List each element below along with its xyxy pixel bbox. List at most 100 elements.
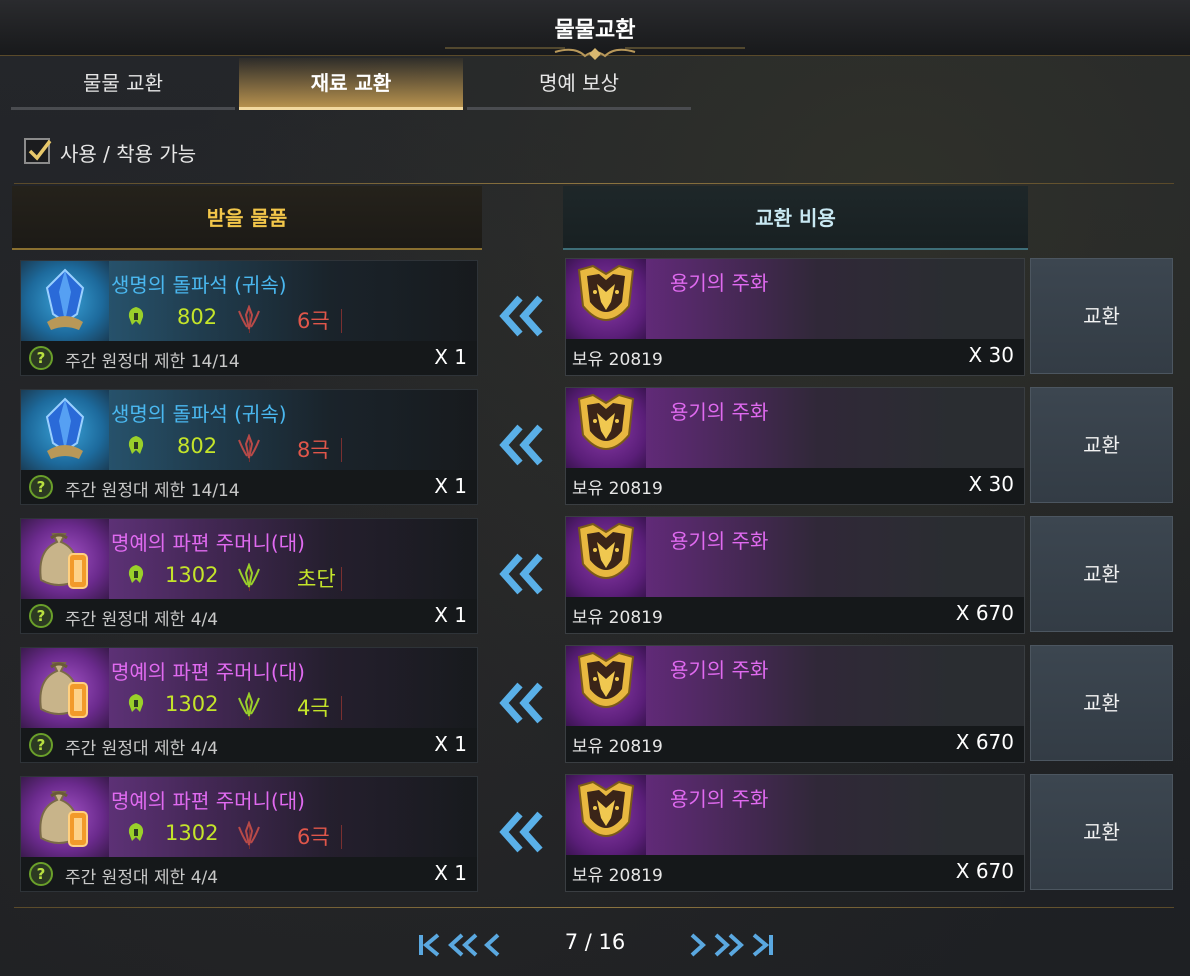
receive-item-name: 생명의 돌파석 (귀속): [111, 402, 287, 426]
exchange-row: 생명의 돌파석 (귀속) 802 6극 ? 주간 원정대 제한 14/14 X …: [0, 258, 1190, 376]
item-level: 1302: [165, 821, 219, 845]
cost-item-card[interactable]: 용기의 주화 보유 20819 X 670: [565, 774, 1026, 892]
tab-material-exchange[interactable]: 재료 교환: [239, 58, 463, 110]
cost-header: 교환 비용: [563, 186, 1028, 250]
grade-icon: [238, 563, 260, 588]
exchange-button[interactable]: 교환: [1030, 387, 1173, 503]
receive-item-card[interactable]: 명예의 파편 주머니(대) 1302 초단 ? 주간 원정대 제한 4/4 X …: [20, 518, 478, 634]
cost-item-card[interactable]: 용기의 주화 보유 20819 X 670: [565, 645, 1026, 763]
exchange-arrow-icon: [499, 295, 543, 337]
help-icon[interactable]: ?: [29, 733, 53, 757]
exchange-button[interactable]: 교환: [1030, 258, 1173, 374]
owned-amount: 보유 20819: [572, 350, 663, 370]
prev-page-icon[interactable]: [482, 932, 502, 958]
receive-item-footer: ? 주간 원정대 제한 4/4 X 1: [21, 599, 477, 633]
help-icon[interactable]: ?: [29, 475, 53, 499]
receive-item-card[interactable]: 명예의 파편 주머니(대) 1302 4극 ? 주간 원정대 제한 4/4 X …: [20, 647, 478, 763]
next-ten-icon[interactable]: [712, 932, 746, 958]
pouch-icon: [39, 533, 88, 589]
courage-coin-icon: [577, 393, 635, 450]
tab-barter[interactable]: 물물 교환: [11, 58, 235, 110]
receive-item-footer: ? 주간 원정대 제한 4/4 X 1: [21, 728, 477, 762]
courage-coin-icon: [577, 522, 635, 579]
stat-separator: [341, 567, 342, 591]
page-indicator: 7 / 16: [564, 930, 626, 954]
item-level-icon: [128, 565, 144, 583]
receive-item-name: 명예의 파편 주머니(대): [111, 531, 305, 555]
item-icon-frame: [21, 261, 109, 341]
receive-item-name: 명예의 파편 주머니(대): [111, 660, 305, 684]
exchange-button[interactable]: 교환: [1030, 774, 1173, 890]
cost-item-card[interactable]: 용기의 주화 보유 20819 X 30: [565, 387, 1026, 505]
receive-item-footer: ? 주간 원정대 제한 14/14 X 1: [21, 470, 477, 504]
cost-item-name: 용기의 주화: [670, 658, 769, 682]
next-page-icon[interactable]: [688, 932, 708, 958]
gem-icon: [45, 268, 85, 330]
cost-quantity: X 670: [955, 730, 1014, 754]
weekly-limit: 주간 원정대 제한 4/4: [65, 610, 219, 630]
owned-amount: 보유 20819: [572, 479, 663, 499]
exchange-row: 명예의 파편 주머니(대) 1302 4극 ? 주간 원정대 제한 4/4 X …: [0, 645, 1190, 763]
item-grade: 4극: [297, 696, 330, 720]
courage-coin-icon: [577, 651, 635, 708]
receive-item-name: 명예의 파편 주머니(대): [111, 789, 305, 813]
cost-quantity: X 30: [968, 343, 1014, 367]
receive-item-footer: ? 주간 원정대 제한 14/14 X 1: [21, 341, 477, 375]
help-icon[interactable]: ?: [29, 604, 53, 628]
stat-separator: [341, 696, 342, 720]
item-grade: 6극: [297, 825, 330, 849]
exchange-arrow-icon: [499, 553, 543, 595]
cost-item-name: 용기의 주화: [670, 271, 769, 295]
receive-item-card[interactable]: 생명의 돌파석 (귀속) 802 6극 ? 주간 원정대 제한 14/14 X …: [20, 260, 478, 376]
cost-item-card[interactable]: 용기의 주화 보유 20819 X 30: [565, 258, 1026, 376]
divider: [14, 183, 1174, 184]
cost-icon-frame: [566, 646, 646, 726]
grade-icon: [238, 692, 260, 717]
grade-icon: [238, 821, 260, 846]
item-level-icon: [128, 307, 144, 325]
window-title: 물물교환: [554, 18, 636, 43]
item-grade: 6극: [297, 309, 330, 333]
item-icon-frame: [21, 519, 109, 599]
receive-item-name: 생명의 돌파석 (귀속): [111, 273, 287, 297]
last-page-icon[interactable]: [750, 932, 776, 958]
cost-item-card[interactable]: 용기의 주화 보유 20819 X 670: [565, 516, 1026, 634]
cost-item-footer: 보유 20819 X 30: [566, 339, 1024, 375]
stat-separator: [341, 825, 342, 849]
owned-amount: 보유 20819: [572, 608, 663, 628]
item-icon-frame: [21, 777, 109, 857]
receive-header: 받을 물품: [12, 186, 482, 250]
cost-item-footer: 보유 20819 X 30: [566, 468, 1024, 504]
cost-item-footer: 보유 20819 X 670: [566, 726, 1024, 762]
exchange-row: 생명의 돌파석 (귀속) 802 8극 ? 주간 원정대 제한 14/14 X …: [0, 387, 1190, 505]
grade-icon: [238, 434, 260, 459]
exchange-row: 명예의 파편 주머니(대) 1302 6극 ? 주간 원정대 제한 4/4 X …: [0, 774, 1190, 892]
receive-quantity: X 1: [434, 474, 467, 498]
grade-icon: [238, 305, 260, 330]
tab-honor-reward[interactable]: 명예 보상: [467, 58, 691, 110]
cost-icon-frame: [566, 517, 646, 597]
weekly-limit: 주간 원정대 제한 14/14: [65, 352, 240, 372]
owned-amount: 보유 20819: [572, 737, 663, 757]
help-icon[interactable]: ?: [29, 346, 53, 370]
cost-item-name: 용기의 주화: [670, 400, 769, 424]
weekly-limit: 주간 원정대 제한 4/4: [65, 739, 219, 759]
checkmark-icon: [28, 139, 52, 161]
item-level-icon: [128, 823, 144, 841]
divider-bottom: [14, 907, 1174, 908]
weekly-limit: 주간 원정대 제한 14/14: [65, 481, 240, 501]
usable-checkbox[interactable]: [24, 138, 52, 164]
prev-ten-icon[interactable]: [446, 932, 480, 958]
first-page-icon[interactable]: [416, 932, 442, 958]
receive-item-card[interactable]: 명예의 파편 주머니(대) 1302 6극 ? 주간 원정대 제한 4/4 X …: [20, 776, 478, 892]
item-level: 802: [177, 434, 218, 458]
gem-icon: [45, 397, 85, 459]
cost-item-footer: 보유 20819 X 670: [566, 855, 1024, 891]
help-icon[interactable]: ?: [29, 862, 53, 886]
exchange-button[interactable]: 교환: [1030, 516, 1173, 632]
courage-coin-icon: [577, 780, 635, 837]
cost-item-footer: 보유 20819 X 670: [566, 597, 1024, 633]
receive-item-card[interactable]: 생명의 돌파석 (귀속) 802 8극 ? 주간 원정대 제한 14/14 X …: [20, 389, 478, 505]
cost-quantity: X 670: [955, 859, 1014, 883]
exchange-button[interactable]: 교환: [1030, 645, 1173, 761]
